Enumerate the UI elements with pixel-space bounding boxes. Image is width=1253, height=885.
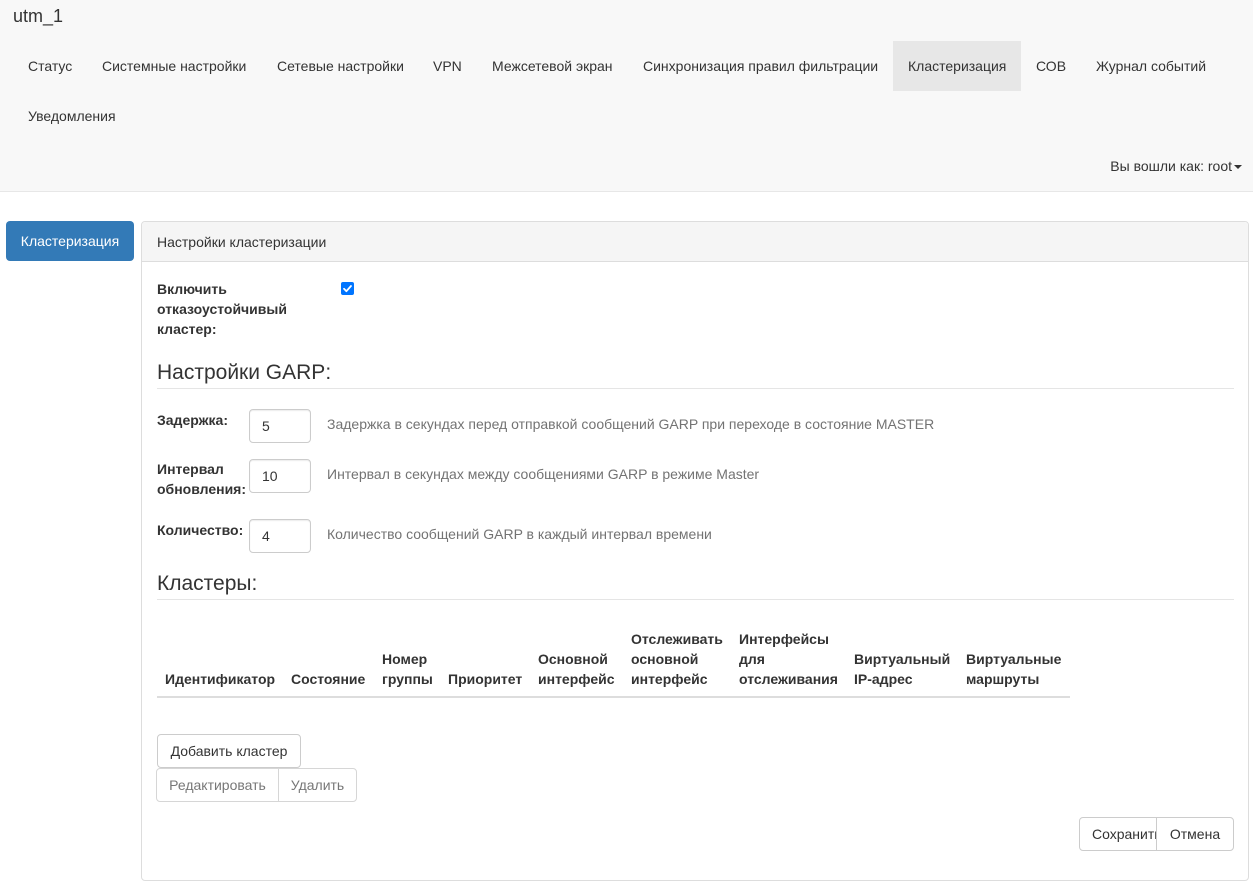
interval-help: Интервал в секундах между сообщениями GA… [327, 466, 760, 482]
cancel-button[interactable]: Отмена [1156, 817, 1234, 851]
nav-item-event-log[interactable]: Журнал событий [1081, 41, 1221, 91]
nav-item-ids[interactable]: СОВ [1021, 41, 1081, 91]
clusters-section-title: Кластеры: [157, 572, 258, 595]
delay-help: Задержка в секундах перед отправкой сооб… [327, 416, 935, 432]
nav-item-notifications[interactable]: Уведомления [13, 91, 131, 141]
table-header-border [157, 696, 1070, 698]
checkmark-icon [343, 285, 352, 293]
clusters-divider [157, 599, 1234, 600]
nav-item-firewall[interactable]: Межсетевой экран [477, 41, 628, 91]
col-header-state[interactable]: Состояние [291, 669, 365, 689]
interval-label: Интервал обновления: [157, 461, 247, 497]
count-input[interactable]: 4 [249, 519, 311, 553]
delay-label: Задержка: [157, 412, 228, 428]
interval-input[interactable]: 10 [249, 459, 311, 493]
delete-cluster-button[interactable]: Удалить [278, 768, 357, 802]
col-header-virtual-ip[interactable]: Виртуальный IP-адрес [854, 649, 950, 689]
nav-item-system-settings[interactable]: Системные настройки [87, 41, 261, 91]
enable-cluster-checkbox[interactable] [341, 282, 354, 295]
caret-down-icon [1234, 165, 1242, 170]
col-header-group-number[interactable]: Номер группы [382, 649, 433, 689]
brand-title[interactable]: utm_1 [13, 6, 63, 27]
nav-item-filter-sync[interactable]: Синхронизация правил фильтрации [628, 41, 893, 91]
col-header-main-interface[interactable]: Основной интерфейс [538, 649, 615, 689]
garp-divider [157, 388, 1234, 389]
nav-item-network-settings[interactable]: Сетевые настройки [262, 41, 419, 91]
count-help: Количество сообщений GARP в каждый интер… [327, 526, 712, 542]
count-label: Количество: [157, 522, 244, 538]
add-cluster-button[interactable]: Добавить кластер [157, 734, 301, 768]
garp-section-title: Настройки GARP: [157, 361, 332, 384]
edit-cluster-button[interactable]: Редактировать [156, 768, 279, 802]
col-header-priority[interactable]: Приоритет [448, 669, 522, 689]
col-header-id[interactable]: Идентификатор [165, 669, 275, 689]
nav-item-status[interactable]: Статус [13, 41, 87, 91]
side-tab-clustering[interactable]: Кластеризация [6, 221, 134, 261]
nav-item-vpn[interactable]: VPN [418, 41, 477, 91]
col-header-virtual-routes[interactable]: Виртуальные маршруты [966, 649, 1061, 689]
nav-item-clustering[interactable]: Кластеризация [893, 41, 1021, 91]
delay-input[interactable]: 5 [249, 409, 311, 443]
col-header-track-main-interface[interactable]: Отслеживать основной интерфейс [631, 629, 723, 689]
panel-heading: Настройки кластеризации [142, 222, 1248, 262]
user-menu[interactable]: Вы вошли как: root [1110, 156, 1242, 176]
col-header-tracked-interfaces[interactable]: Интерфейсы для отслеживания [739, 629, 838, 689]
clusters-table: Идентификатор Состояние Номер группы При… [157, 622, 1070, 698]
top-navbar: utm_1 Статус Системные настройки Сетевые… [0, 0, 1253, 192]
user-menu-label: Вы вошли как: root [1110, 158, 1232, 174]
cluster-settings-panel: Настройки кластеризации Включить отказоу… [141, 221, 1249, 881]
save-button[interactable]: Сохранить [1079, 817, 1157, 851]
enable-cluster-label: Включить отказоустойчивый кластер: [157, 281, 287, 337]
